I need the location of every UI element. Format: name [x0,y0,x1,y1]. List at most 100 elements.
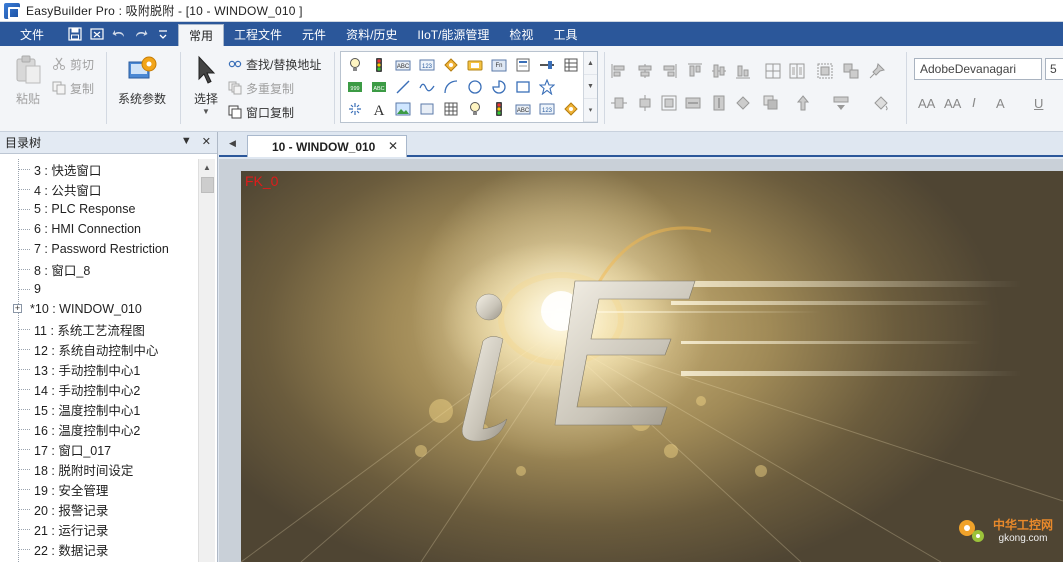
tree-item[interactable]: 21 : 运行记录 [0,519,198,539]
circle-shape-icon[interactable] [467,79,483,95]
pane-close-icon[interactable]: ✕ [202,135,211,148]
copy-button[interactable]: 复制 [52,78,94,98]
tree-item[interactable]: 5 : PLC Response [0,199,198,219]
tree-item[interactable]: 22 : 数据记录 [0,539,198,559]
align-center-icon[interactable] [636,62,654,80]
move-up-icon[interactable] [794,94,812,112]
tree-item[interactable]: 4 : 公共窗口 [0,179,198,199]
text-input-icon[interactable]: ABC [371,79,387,95]
tab-home[interactable]: 常用 [178,24,225,46]
tree-item[interactable]: 7 : Password Restriction [0,239,198,259]
table-icon[interactable] [563,57,579,73]
line-icon[interactable] [395,79,411,95]
window-canvas[interactable]: FK_0 中华工控网 gkong.com [241,171,1063,562]
gallery-expand-icon[interactable]: ▾ [584,99,597,122]
ascii-input-icon[interactable]: 999 [347,79,363,95]
wave-line-icon[interactable] [419,79,435,95]
arc-icon[interactable] [443,79,459,95]
gallery-scrollbar[interactable]: ▲ ▼ ▾ [583,52,597,122]
distribute-vertical-icon[interactable] [788,62,806,80]
font-shrink-icon[interactable]: AA [944,96,961,111]
traffic-light-icon[interactable] [371,57,387,73]
scroll-thumb[interactable] [201,177,214,193]
italic-icon[interactable]: I [972,95,976,110]
indicator-icon[interactable] [491,101,507,117]
close-window-icon[interactable] [90,27,104,41]
find-replace-button[interactable]: 查找/替换地址 [228,54,321,74]
tree-item[interactable]: 20 : 报警记录 [0,499,198,519]
underline-icon[interactable]: U [1034,96,1043,111]
undo-icon[interactable] [112,27,126,41]
star-shape-icon[interactable] [539,79,555,95]
picture-object-icon[interactable] [395,101,411,117]
tree-item[interactable]: 18 : 脱附时间设定 [0,459,198,479]
toggle-switch-icon[interactable] [443,57,459,73]
tab-project[interactable]: 工程文件 [224,22,292,46]
numeric-input-icon[interactable]: 123 [539,101,555,117]
tab-data-history[interactable]: 资料/历史 [336,22,407,46]
tree-expand-icon[interactable]: + [13,304,22,313]
stretch-vertical-icon[interactable] [710,94,728,112]
gallery-down-icon[interactable]: ▼ [584,75,597,99]
align-bottom-icon[interactable] [734,62,752,80]
font-size-select[interactable]: 5 [1045,58,1063,80]
font-name-select[interactable]: AdobeDevanagari [914,58,1042,80]
redo-icon[interactable] [134,27,148,41]
bulb-lamp-icon[interactable] [347,57,363,73]
font-color-icon[interactable]: A [996,96,1005,111]
tree-item[interactable]: 14 : 手动控制中心2 [0,379,198,399]
bring-front-icon[interactable] [762,94,780,112]
tree-item[interactable]: 15 : 温度控制中心1 [0,399,198,419]
tree-scrollbar[interactable]: ▲ [198,159,215,562]
bit-lamp-icon[interactable] [467,101,483,117]
paste-button[interactable]: 粘贴 [12,54,44,107]
customize-toolbar-icon[interactable] [156,27,170,41]
system-params-button[interactable]: 系统参数 [118,54,166,107]
dots-pattern-icon[interactable] [347,101,363,117]
save-icon[interactable] [68,27,82,41]
cut-button[interactable]: 剪切 [52,54,94,74]
tree-item[interactable]: 9 [0,279,198,299]
align-left-icon[interactable] [610,62,628,80]
frame-icon[interactable] [419,101,435,117]
tree-item[interactable]: 11 : 系统工艺流程图 [0,319,198,339]
tab-close-icon[interactable]: ✕ [388,139,398,153]
option-list-icon[interactable] [515,57,531,73]
tree-item[interactable]: 12 : 系统自动控制中心 [0,339,198,359]
tab-view[interactable]: 检视 [499,22,543,46]
menu-file[interactable]: 文件 [0,22,64,46]
same-height-icon[interactable] [636,94,654,112]
move-down-icon[interactable] [832,94,850,112]
toggle-key-icon[interactable] [563,101,579,117]
gallery-up-icon[interactable]: ▲ [584,52,597,76]
tab-tools[interactable]: 工具 [543,22,587,46]
tab-iiot-energy[interactable]: IIoT/能源管理 [407,22,499,46]
font-grow-icon[interactable]: AA [918,96,935,111]
group-icon[interactable] [816,62,834,80]
tree-item[interactable]: 19 : 安全管理 [0,479,198,499]
tree-item[interactable]: + *10 : WINDOW_010 [0,299,198,319]
tree-item[interactable]: 3 : 快选窗口 [0,159,198,179]
pie-shape-icon[interactable] [491,79,507,95]
word-lamp-icon[interactable]: ABC [395,57,411,73]
ungroup-icon[interactable] [842,62,860,80]
tree-item[interactable]: 6 : HMI Connection [0,219,198,239]
grid-icon[interactable] [443,101,459,117]
tree-item[interactable]: 17 : 窗口_017 [0,439,198,459]
same-width-icon[interactable] [610,94,628,112]
tab-window-010[interactable]: 10 - WINDOW_010 ✕ [247,135,407,157]
pane-dropdown-icon[interactable]: ▼ [181,135,192,148]
align-right-icon[interactable] [660,62,678,80]
multi-state-switch-icon[interactable] [467,57,483,73]
multi-copy-button[interactable]: 多重复制 [228,78,294,98]
slide-switch-icon[interactable] [539,57,555,73]
window-copy-button[interactable]: 窗口复制 [228,102,294,122]
moving-shape-icon[interactable]: ABC [515,101,531,117]
stretch-horizontal-icon[interactable] [684,94,702,112]
tree-item[interactable]: 8 : 窗口_8 [0,259,198,279]
align-middle-icon[interactable] [710,62,728,80]
function-key-icon[interactable]: Fn [491,57,507,73]
align-top-icon[interactable] [686,62,704,80]
same-size-icon[interactable] [660,94,678,112]
text-object-icon[interactable]: A [371,101,387,117]
